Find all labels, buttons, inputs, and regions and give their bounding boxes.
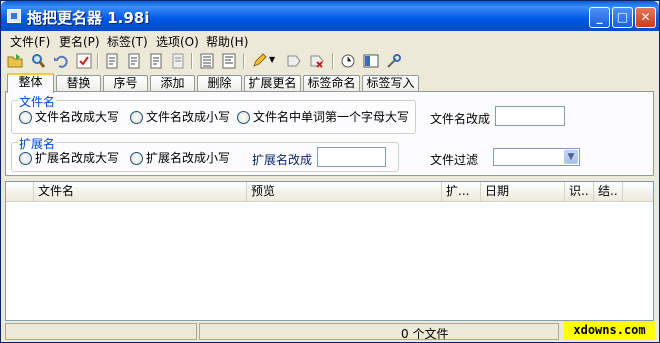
file-rename-icon-3[interactable] — [148, 53, 164, 69]
undo-icon[interactable] — [53, 53, 69, 69]
app-window: 拖把更名器 1.98i _ □ ✕ 文件(F) 更名(P) 标签(T) 选项(O… — [0, 0, 660, 343]
open-folder-icon[interactable] — [7, 53, 23, 69]
file-filter-select[interactable]: ▼ — [493, 148, 580, 166]
close-button[interactable]: ✕ — [635, 7, 656, 28]
status-pane — [199, 323, 559, 340]
filename-rename-label: 文件名改成 — [430, 112, 491, 126]
tab-tag-naming[interactable]: 标签命名 — [303, 75, 360, 92]
column-result[interactable]: 结.. — [594, 182, 623, 201]
chevron-down-icon[interactable]: ▼ — [564, 150, 578, 164]
tab-replace[interactable]: 替换 — [56, 75, 101, 92]
status-bar: 0 个文件 — [1, 322, 659, 342]
tab-sequence[interactable]: 序号 — [103, 75, 148, 92]
search-icon[interactable] — [30, 53, 46, 69]
window-title: 拖把更名器 1.98i — [27, 9, 150, 27]
tab-strip: 整体 替换 序号 添加 删除 扩展更名 标签命名 标签写入 — [1, 73, 659, 93]
capitalize-words-radio[interactable]: 文件名中单词第一个字母大写 — [237, 110, 409, 124]
file-rename-icon-4[interactable] — [170, 53, 186, 69]
list-icon[interactable] — [199, 53, 215, 69]
title-bar[interactable]: 拖把更名器 1.98i _ □ ✕ — [1, 1, 659, 31]
column-extension[interactable]: 扩... — [442, 182, 481, 201]
tools-icon[interactable] — [386, 53, 402, 69]
menu-file[interactable]: 文件(F) — [10, 33, 50, 50]
overall-panel: 文件名 文件名改成大写 文件名改成小写 文件名中单词第一个字母大写 文件名改成 … — [5, 91, 654, 176]
toolbar: ▼ — [1, 49, 659, 73]
toolbar-separator — [191, 53, 193, 69]
lowercase-extension-radio[interactable]: 扩展名改成小写 — [130, 151, 230, 165]
toolbar-separator — [243, 53, 245, 69]
menu-bar: 文件(F) 更名(P) 标签(T) 选项(O) 帮助(H) — [1, 31, 659, 49]
menu-options[interactable]: 选项(O) — [156, 33, 199, 50]
minimize-button[interactable]: _ — [589, 7, 610, 28]
watermark: xdowns.com — [564, 321, 655, 340]
file-filter-label: 文件过滤 — [430, 153, 479, 167]
status-progress — [5, 323, 197, 340]
tag-delete-icon[interactable] — [309, 53, 325, 69]
column-date[interactable]: 日期 — [481, 182, 565, 201]
clock-icon[interactable] — [340, 53, 356, 69]
check-icon[interactable] — [76, 53, 92, 69]
app-icon[interactable] — [7, 9, 21, 23]
uppercase-filename-radio[interactable]: 文件名改成大写 — [19, 110, 119, 124]
extension-rename-input[interactable] — [317, 147, 386, 167]
filename-group-label: 文件名 — [18, 93, 57, 110]
column-id[interactable]: 识.. — [565, 182, 594, 201]
list-edit-icon[interactable] — [221, 53, 237, 69]
column-filename[interactable]: 文件名 — [34, 182, 247, 201]
file-rename-icon-2[interactable] — [126, 53, 142, 69]
tab-tag-write[interactable]: 标签写入 — [362, 75, 419, 92]
extension-rename-label: 扩展名改成 — [252, 153, 313, 167]
tab-extension-rename[interactable]: 扩展更名 — [244, 75, 301, 92]
tab-add[interactable]: 添加 — [150, 75, 195, 92]
pencil-icon[interactable] — [251, 53, 267, 69]
menu-tag[interactable]: 标签(T) — [107, 33, 148, 50]
list-header-blank — [6, 182, 34, 201]
file-count: 0 个文件 — [401, 327, 449, 341]
filename-rename-input[interactable] — [495, 106, 565, 126]
tag-edit-icon[interactable] — [286, 53, 302, 69]
column-preview[interactable]: 预览 — [247, 182, 442, 201]
list-header: 文件名 预览 扩... 日期 识.. 结.. — [6, 182, 653, 202]
dropdown-arrow-icon[interactable]: ▼ — [269, 55, 275, 64]
toolbar-separator — [97, 53, 99, 69]
tab-overall[interactable]: 整体 — [7, 73, 54, 93]
panel-icon[interactable] — [363, 53, 379, 69]
tab-delete[interactable]: 删除 — [197, 75, 242, 92]
extension-group-label: 扩展名 — [18, 135, 57, 152]
menu-help[interactable]: 帮助(H) — [206, 33, 248, 50]
lowercase-filename-radio[interactable]: 文件名改成小写 — [130, 110, 230, 124]
file-list[interactable]: 文件名 预览 扩... 日期 识.. 结.. — [5, 181, 654, 321]
menu-rename[interactable]: 更名(P) — [59, 33, 100, 50]
file-rename-icon-1[interactable] — [104, 53, 120, 69]
toolbar-separator — [332, 53, 334, 69]
uppercase-extension-radio[interactable]: 扩展名改成大写 — [19, 151, 119, 165]
maximize-button[interactable]: □ — [612, 7, 633, 28]
